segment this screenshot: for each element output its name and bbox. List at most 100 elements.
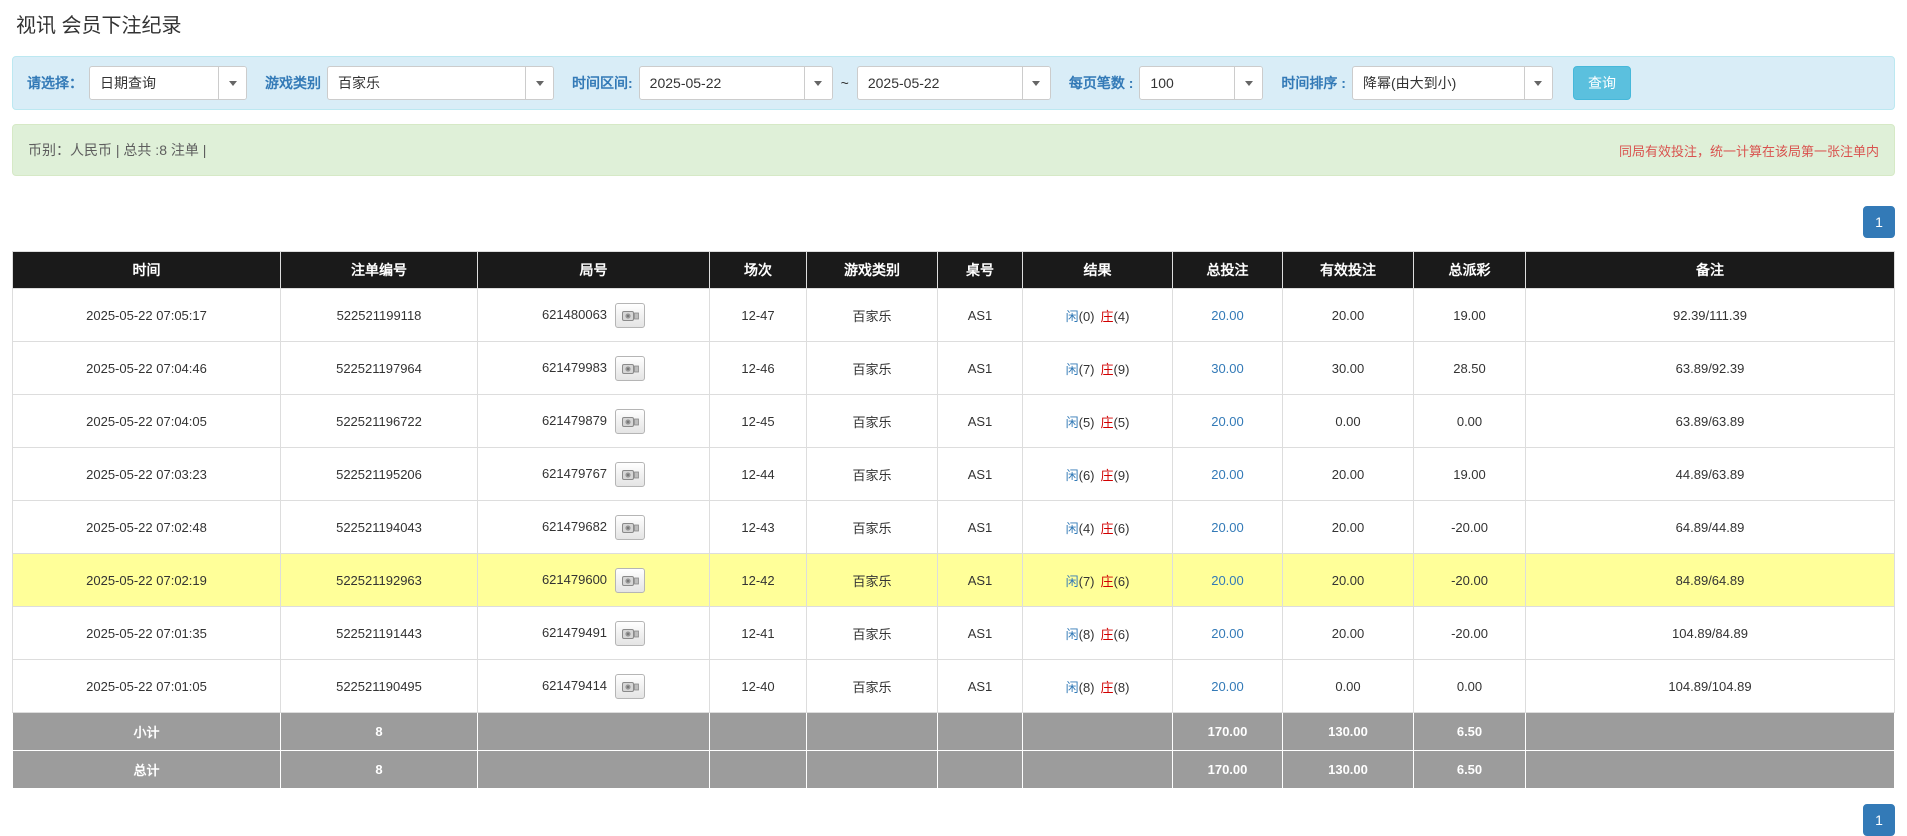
records-table: 时间 注单编号 局号 场次 游戏类别 桌号 结果 总投注 有效投注 总派彩 备注…: [12, 251, 1895, 789]
total-bet-link[interactable]: 20.00: [1211, 573, 1244, 588]
game-type-cell: 百家乐: [806, 500, 938, 554]
remark-cell: 104.89/104.89: [1525, 659, 1895, 713]
page-title: 视讯 会员下注纪录: [16, 15, 182, 37]
result-player-value: (8): [1078, 679, 1095, 695]
result-banker-value: (6): [1113, 626, 1130, 642]
sort-order-select[interactable]: 降幂(由大到小): [1351, 66, 1553, 100]
pagination-page-1[interactable]: 1: [1863, 206, 1895, 238]
chevron-down-icon: [1021, 67, 1050, 99]
header-remark: 备注: [1525, 251, 1895, 289]
total-valid-bet: 130.00: [1282, 750, 1414, 789]
remark-cell: 84.89/64.89: [1525, 553, 1895, 607]
round-number: 621479767: [541, 465, 608, 481]
game-type-select[interactable]: 百家乐: [327, 66, 554, 100]
round-result-button[interactable]: [615, 355, 646, 381]
time-cell: 2025-05-22 07:01:35: [12, 606, 281, 660]
payout-cell: 19.00: [1413, 447, 1526, 501]
total-bet-link[interactable]: 20.00: [1211, 626, 1244, 641]
table-number-cell: AS1: [937, 606, 1023, 660]
valid-bet-cell: 20.00: [1282, 553, 1414, 607]
header-table-number: 桌号: [937, 251, 1023, 289]
result-player-value: (5): [1078, 414, 1095, 430]
round-result-button[interactable]: [615, 673, 646, 699]
total-bet-link[interactable]: 20.00: [1211, 467, 1244, 482]
query-type-select[interactable]: 日期查询: [89, 66, 247, 100]
subtotal-valid-bet: 130.00: [1282, 712, 1414, 751]
round-result-button[interactable]: [615, 461, 646, 487]
header-time: 时间: [12, 251, 281, 289]
total-bet-cell: 20.00: [1172, 447, 1283, 501]
game-type-label: 游戏类别: [265, 75, 321, 91]
pagination-page-1-bottom[interactable]: 1: [1863, 804, 1895, 836]
round-result-button[interactable]: [615, 567, 646, 593]
summary-note: 同局有效投注，统一计算在该局第一张注单内: [1618, 143, 1879, 159]
result-banker-label: 庄: [1100, 573, 1114, 589]
total-bet-link[interactable]: 20.00: [1211, 520, 1244, 535]
result-player-label: 闲: [1065, 308, 1079, 324]
payout-cell: 0.00: [1413, 659, 1526, 713]
camera-icon: [621, 628, 639, 639]
search-button[interactable]: 查询: [1572, 66, 1631, 100]
total-payout: 6.50: [1413, 750, 1526, 789]
game-type-cell: 百家乐: [806, 341, 938, 395]
camera-icon: [621, 681, 639, 692]
result-cell: 闲(7) 庄(6): [1022, 553, 1173, 607]
date-to-input[interactable]: 2025-05-22: [856, 66, 1051, 100]
result-banker-label: 庄: [1100, 308, 1114, 324]
camera-icon: [621, 522, 639, 533]
header-game-type: 游戏类别: [806, 251, 938, 289]
total-bet-link[interactable]: 20.00: [1211, 414, 1244, 429]
total-row: 总计 8 170.00 130.00 6.50: [12, 750, 1895, 789]
chevron-down-icon: [525, 67, 553, 99]
total-bet-cell: 20.00: [1172, 659, 1283, 713]
table-header-row: 时间 注单编号 局号 场次 游戏类别 桌号 结果 总投注 有效投注 总派彩 备注: [12, 251, 1895, 289]
result-player-label: 闲: [1065, 467, 1079, 483]
time-cell: 2025-05-22 07:02:48: [12, 500, 281, 554]
valid-bet-cell: 0.00: [1282, 394, 1414, 448]
result-player-label: 闲: [1065, 626, 1079, 642]
round-cell: 621480063: [477, 288, 710, 342]
date-from-input[interactable]: 2025-05-22: [638, 66, 833, 100]
camera-icon: [621, 416, 639, 427]
result-cell: 闲(5) 庄(5): [1022, 394, 1173, 448]
session-cell: 12-42: [709, 553, 807, 607]
result-banker-label: 庄: [1100, 467, 1114, 483]
time-cell: 2025-05-22 07:03:23: [12, 447, 281, 501]
table-body: 2025-05-22 07:05:17 522521199118 6214800…: [12, 288, 1895, 713]
result-banker-value: (6): [1113, 520, 1130, 536]
game-type-cell: 百家乐: [806, 447, 938, 501]
round-result-button[interactable]: [615, 302, 646, 328]
subtotal-payout: 6.50: [1413, 712, 1526, 751]
subtotal-label: 小计: [12, 712, 281, 751]
payout-cell: 19.00: [1413, 288, 1526, 342]
valid-bet-cell: 20.00: [1282, 606, 1414, 660]
total-bet-link[interactable]: 20.00: [1211, 679, 1244, 694]
result-player-label: 闲: [1065, 679, 1079, 695]
date-to-value: 2025-05-22: [867, 75, 940, 91]
session-cell: 12-47: [709, 288, 807, 342]
table-row: 2025-05-22 07:04:46 522521197964 6214799…: [12, 341, 1895, 395]
table-row: 2025-05-22 07:03:23 522521195206 6214797…: [12, 447, 1895, 501]
bet-id-cell: 522521196722: [280, 394, 478, 448]
round-result-button[interactable]: [615, 620, 646, 646]
total-bet-link[interactable]: 30.00: [1211, 361, 1244, 376]
round-number: 621480063: [541, 306, 608, 322]
session-cell: 12-43: [709, 500, 807, 554]
result-cell: 闲(0) 庄(4): [1022, 288, 1173, 342]
payout-cell: 0.00: [1413, 394, 1526, 448]
total-bet-cell: 30.00: [1172, 341, 1283, 395]
session-cell: 12-46: [709, 341, 807, 395]
per-page-value: 100: [1150, 75, 1174, 91]
result-cell: 闲(8) 庄(6): [1022, 606, 1173, 660]
subtotal-count: 8: [280, 712, 478, 751]
round-result-button[interactable]: [615, 408, 646, 434]
result-banker-label: 庄: [1100, 414, 1114, 430]
total-bet-link[interactable]: 20.00: [1211, 308, 1244, 323]
valid-bet-cell: 20.00: [1282, 500, 1414, 554]
per-page-input[interactable]: 100: [1139, 66, 1264, 100]
bet-id-cell: 522521192963: [280, 553, 478, 607]
chevron-down-icon: [218, 67, 246, 99]
round-result-button[interactable]: [615, 514, 646, 540]
bet-id-cell: 522521197964: [280, 341, 478, 395]
table-row: 2025-05-22 07:01:05 522521190495 6214794…: [12, 659, 1895, 713]
